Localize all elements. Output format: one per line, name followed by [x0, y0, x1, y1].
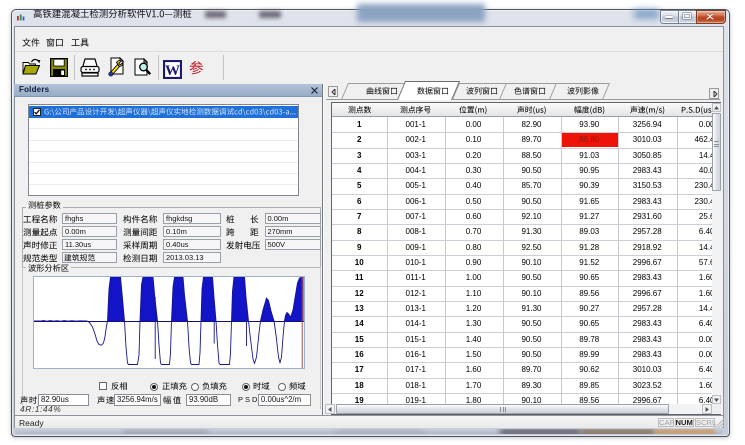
- svg-text:W: W: [165, 63, 180, 79]
